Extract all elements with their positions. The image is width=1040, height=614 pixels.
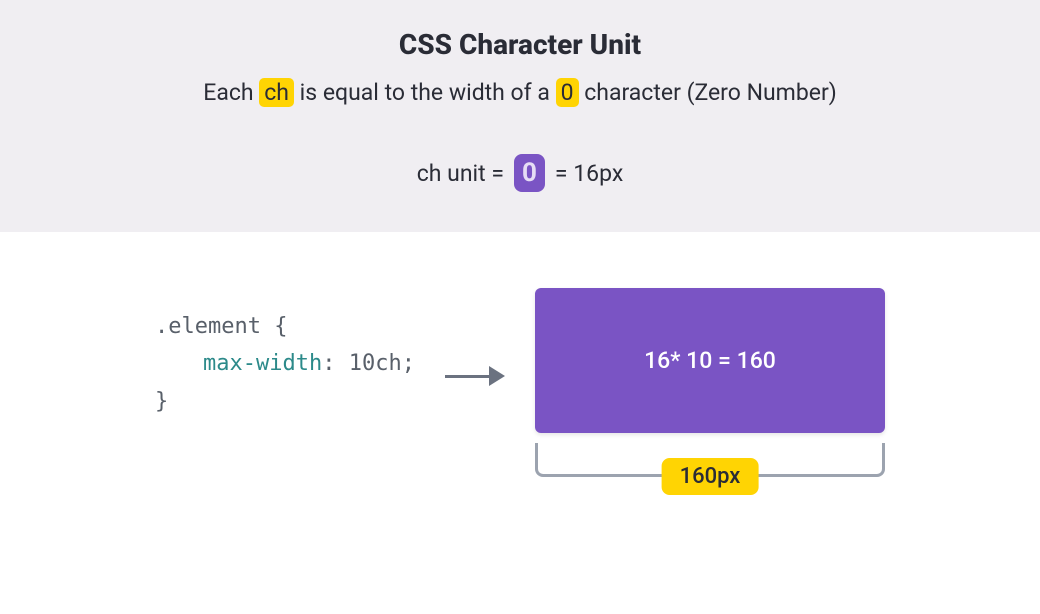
code-open-brace: { (261, 314, 288, 339)
box-equation-text: 16* 10 = 160 (644, 347, 776, 374)
example-panel: .element { max-width: 10ch; } 16* 10 = 1… (0, 232, 1040, 477)
formula-line: ch unit = 0 = 16px (0, 154, 1040, 192)
page-title: CSS Character Unit (0, 28, 1040, 61)
formula-right: = 16px (555, 160, 623, 187)
subtitle-line: Each ch is equal to the width of a 0 cha… (0, 79, 1040, 106)
formula-left: ch unit = (417, 160, 504, 187)
dimension-label: 160px (662, 458, 759, 495)
result-column: 16* 10 = 160 160px (535, 288, 885, 477)
code-block: .element { max-width: 10ch; } (155, 288, 415, 420)
result-box: 16* 10 = 160 (535, 288, 885, 433)
code-selector: .element (155, 314, 261, 339)
dimension-bracket: 160px (535, 443, 885, 477)
arrow-wrap (445, 288, 505, 386)
arrow-right-icon (445, 366, 505, 386)
zero-chip: 0 (514, 154, 545, 192)
explanation-panel: CSS Character Unit Each ch is equal to t… (0, 0, 1040, 232)
highlight-zero: 0 (556, 78, 579, 107)
subtitle-prefix: Each (203, 79, 259, 106)
code-colon: : (322, 351, 349, 376)
subtitle-mid: is equal to the width of a (294, 79, 556, 106)
code-line-close: } (155, 383, 415, 420)
code-semi: ; (402, 351, 415, 376)
code-property: max-width (203, 351, 322, 376)
highlight-ch: ch (259, 78, 294, 107)
code-line-prop: max-width: 10ch; (155, 345, 415, 382)
code-line-open: .element { (155, 308, 415, 345)
code-value: 10ch (349, 351, 402, 376)
subtitle-suffix: character (Zero Number) (579, 79, 837, 106)
